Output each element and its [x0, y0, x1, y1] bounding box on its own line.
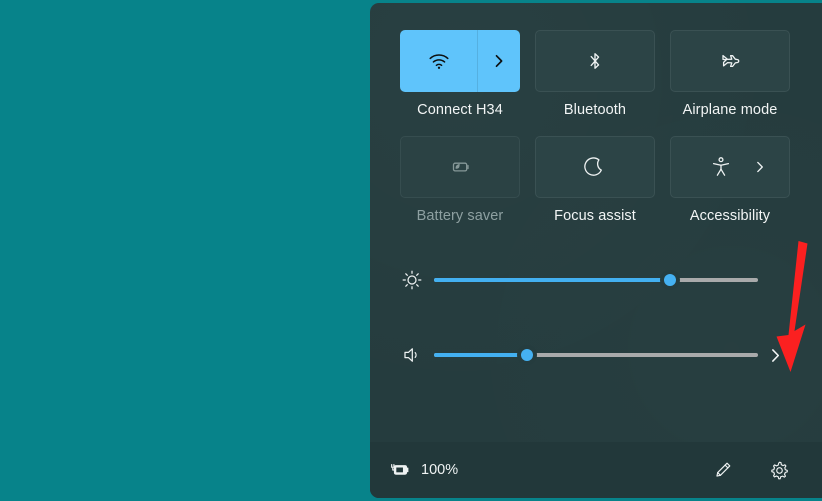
battery-charging-icon	[388, 461, 412, 479]
brightness-slider[interactable]	[434, 270, 758, 290]
quick-settings-tile-grid: Connect H34 Bluetooth Airplane mode Batt…	[400, 30, 792, 224]
tile-cell-bluetooth: Bluetooth	[535, 30, 655, 118]
tile-network[interactable]	[400, 30, 520, 92]
airplane-icon	[717, 48, 743, 74]
quick-settings-body: Connect H34 Bluetooth Airplane mode Batt…	[370, 3, 822, 442]
battery-saver-icon	[447, 154, 473, 180]
chevron-right-icon	[767, 347, 784, 364]
tile-airplane-mode[interactable]	[670, 30, 790, 92]
volume-slider-thumb[interactable]	[516, 345, 537, 365]
brightness-slider-thumb[interactable]	[659, 270, 680, 290]
brightness-slider-row	[400, 260, 792, 300]
tile-focus-assist[interactable]	[535, 136, 655, 198]
tile-network-toggle[interactable]	[400, 30, 478, 92]
edit-quick-settings-button[interactable]	[706, 453, 740, 487]
gear-icon	[768, 459, 791, 482]
tile-accessibility[interactable]	[670, 136, 790, 198]
volume-icon	[400, 343, 434, 367]
all-settings-button[interactable]	[762, 453, 796, 487]
tile-cell-focus-assist: Focus assist	[535, 136, 655, 224]
volume-slider[interactable]	[434, 345, 758, 365]
battery-percent-label: 100%	[421, 462, 459, 478]
tile-cell-network: Connect H34	[400, 30, 520, 118]
quick-settings-sliders	[400, 260, 792, 375]
battery-status[interactable]: 100%	[388, 461, 458, 479]
moon-icon	[582, 154, 608, 180]
tile-accessibility-expand[interactable]	[753, 160, 767, 174]
volume-slider-fill	[434, 353, 527, 357]
wifi-icon	[426, 48, 452, 74]
tile-cell-battery-saver: Battery saver	[400, 136, 520, 224]
tile-battery-saver[interactable]	[400, 136, 520, 198]
chevron-right-icon	[491, 53, 507, 69]
tile-cell-airplane-mode: Airplane mode	[670, 30, 790, 118]
tile-network-expand[interactable]	[478, 30, 520, 92]
volume-slider-row	[400, 335, 792, 375]
bluetooth-icon	[583, 49, 607, 73]
tile-bluetooth-label: Bluetooth	[563, 102, 627, 118]
tile-bluetooth[interactable]	[535, 30, 655, 92]
brightness-slider-fill	[434, 278, 670, 282]
tile-network-label: Connect H34	[417, 102, 503, 118]
chevron-right-icon	[753, 160, 767, 174]
tile-airplane-mode-label: Airplane mode	[682, 102, 778, 118]
tile-battery-saver-label: Battery saver	[416, 208, 504, 224]
footer-actions	[706, 453, 796, 487]
tile-cell-accessibility: Accessibility	[670, 136, 790, 224]
tile-focus-assist-label: Focus assist	[554, 208, 636, 224]
accessibility-icon	[709, 155, 733, 179]
quick-settings-footer: 100%	[370, 442, 822, 498]
brightness-icon	[400, 268, 434, 292]
volume-expand-chevron[interactable]	[758, 347, 792, 364]
quick-settings-panel: Connect H34 Bluetooth Airplane mode Batt…	[370, 3, 822, 498]
pencil-icon	[712, 459, 734, 481]
tile-accessibility-label: Accessibility	[689, 208, 771, 224]
